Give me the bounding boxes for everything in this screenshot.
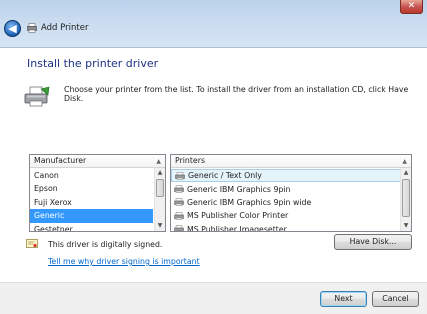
page-heading: Install the printer driver	[27, 57, 159, 70]
list-item[interactable]: Fuji Xerox	[30, 196, 165, 209]
printer-name: Generic IBM Graphics 9pin	[187, 184, 291, 194]
back-button[interactable]: ◀	[4, 20, 21, 37]
wizard-content: Install the printer driver Choose your p…	[0, 48, 427, 282]
instruction-text: Choose your printer from the list. To in…	[64, 85, 409, 103]
close-button[interactable]: ✕	[400, 0, 423, 14]
driver-signed-status: This driver is digitally signed.	[48, 240, 163, 249]
printer-icon	[24, 86, 50, 107]
printer-icon	[27, 23, 37, 33]
list-item[interactable]: Canon	[30, 169, 165, 182]
sort-up-icon: ▲	[402, 158, 407, 165]
printer-icon	[174, 185, 184, 193]
scroll-thumb[interactable]	[156, 179, 164, 197]
scroll-down-icon[interactable]: ▼	[155, 221, 165, 231]
driver-signing-link[interactable]: Tell me why driver signing is important	[48, 257, 200, 266]
printer-name: Generic IBM Graphics 9pin wide	[187, 197, 312, 207]
printers-header-label: Printers	[175, 156, 205, 165]
printer-icon	[174, 198, 184, 207]
printer-name: Generic / Text Only	[188, 171, 262, 181]
cancel-button[interactable]: Cancel	[372, 291, 419, 307]
wizard-footer: Next Cancel	[0, 282, 427, 314]
printer-icon	[174, 225, 184, 231]
manufacturer-header-label: Manufacturer	[34, 156, 87, 165]
list-item[interactable]: Epson	[30, 182, 165, 195]
list-item[interactable]: Generic IBM Graphics 9pin	[171, 182, 411, 195]
manufacturer-items: Canon Epson Fuji Xerox Generic Gestetner	[30, 168, 165, 231]
title-bar: ✕ ◀ Add Printer	[0, 0, 427, 48]
list-item[interactable]: MS Publisher Color Printer	[171, 209, 411, 222]
next-button[interactable]: Next	[320, 291, 367, 307]
list-item[interactable]: MS Publisher Imagesetter	[171, 223, 411, 232]
printer-items: Generic / Text Only Generic IBM Graphics…	[171, 168, 411, 232]
back-arrow-icon: ◀	[8, 22, 17, 35]
have-disk-button[interactable]: Have Disk...	[334, 234, 412, 250]
list-item-selected[interactable]: Generic	[30, 209, 153, 223]
list-item[interactable]: Generic IBM Graphics 9pin wide	[171, 196, 411, 209]
scroll-up-icon[interactable]: ▲	[401, 168, 411, 178]
window-title: Add Printer	[41, 23, 89, 33]
printers-list[interactable]: Printers ▲ Generic / Text Only Generic I…	[170, 154, 412, 232]
printer-name: MS Publisher Imagesetter	[187, 224, 287, 232]
list-item[interactable]: Gestetner	[30, 223, 165, 231]
scroll-down-icon[interactable]: ▼	[401, 221, 411, 231]
printers-scrollbar[interactable]: ▲ ▼	[400, 168, 411, 231]
list-item-selected[interactable]: Generic / Text Only	[171, 169, 411, 183]
scroll-thumb[interactable]	[402, 179, 410, 217]
printers-header[interactable]: Printers ▲	[171, 155, 411, 168]
manufacturer-scrollbar[interactable]: ▲ ▼	[154, 168, 165, 231]
sort-up-icon: ▲	[156, 158, 161, 165]
manufacturer-header[interactable]: Manufacturer ▲	[30, 155, 165, 168]
certificate-icon	[26, 239, 38, 248]
scroll-up-icon[interactable]: ▲	[155, 168, 165, 178]
printer-icon	[175, 171, 185, 180]
manufacturer-list[interactable]: Manufacturer ▲ Canon Epson Fuji Xerox Ge…	[29, 154, 166, 232]
printer-name: MS Publisher Color Printer	[187, 211, 289, 221]
printer-icon	[174, 212, 184, 220]
